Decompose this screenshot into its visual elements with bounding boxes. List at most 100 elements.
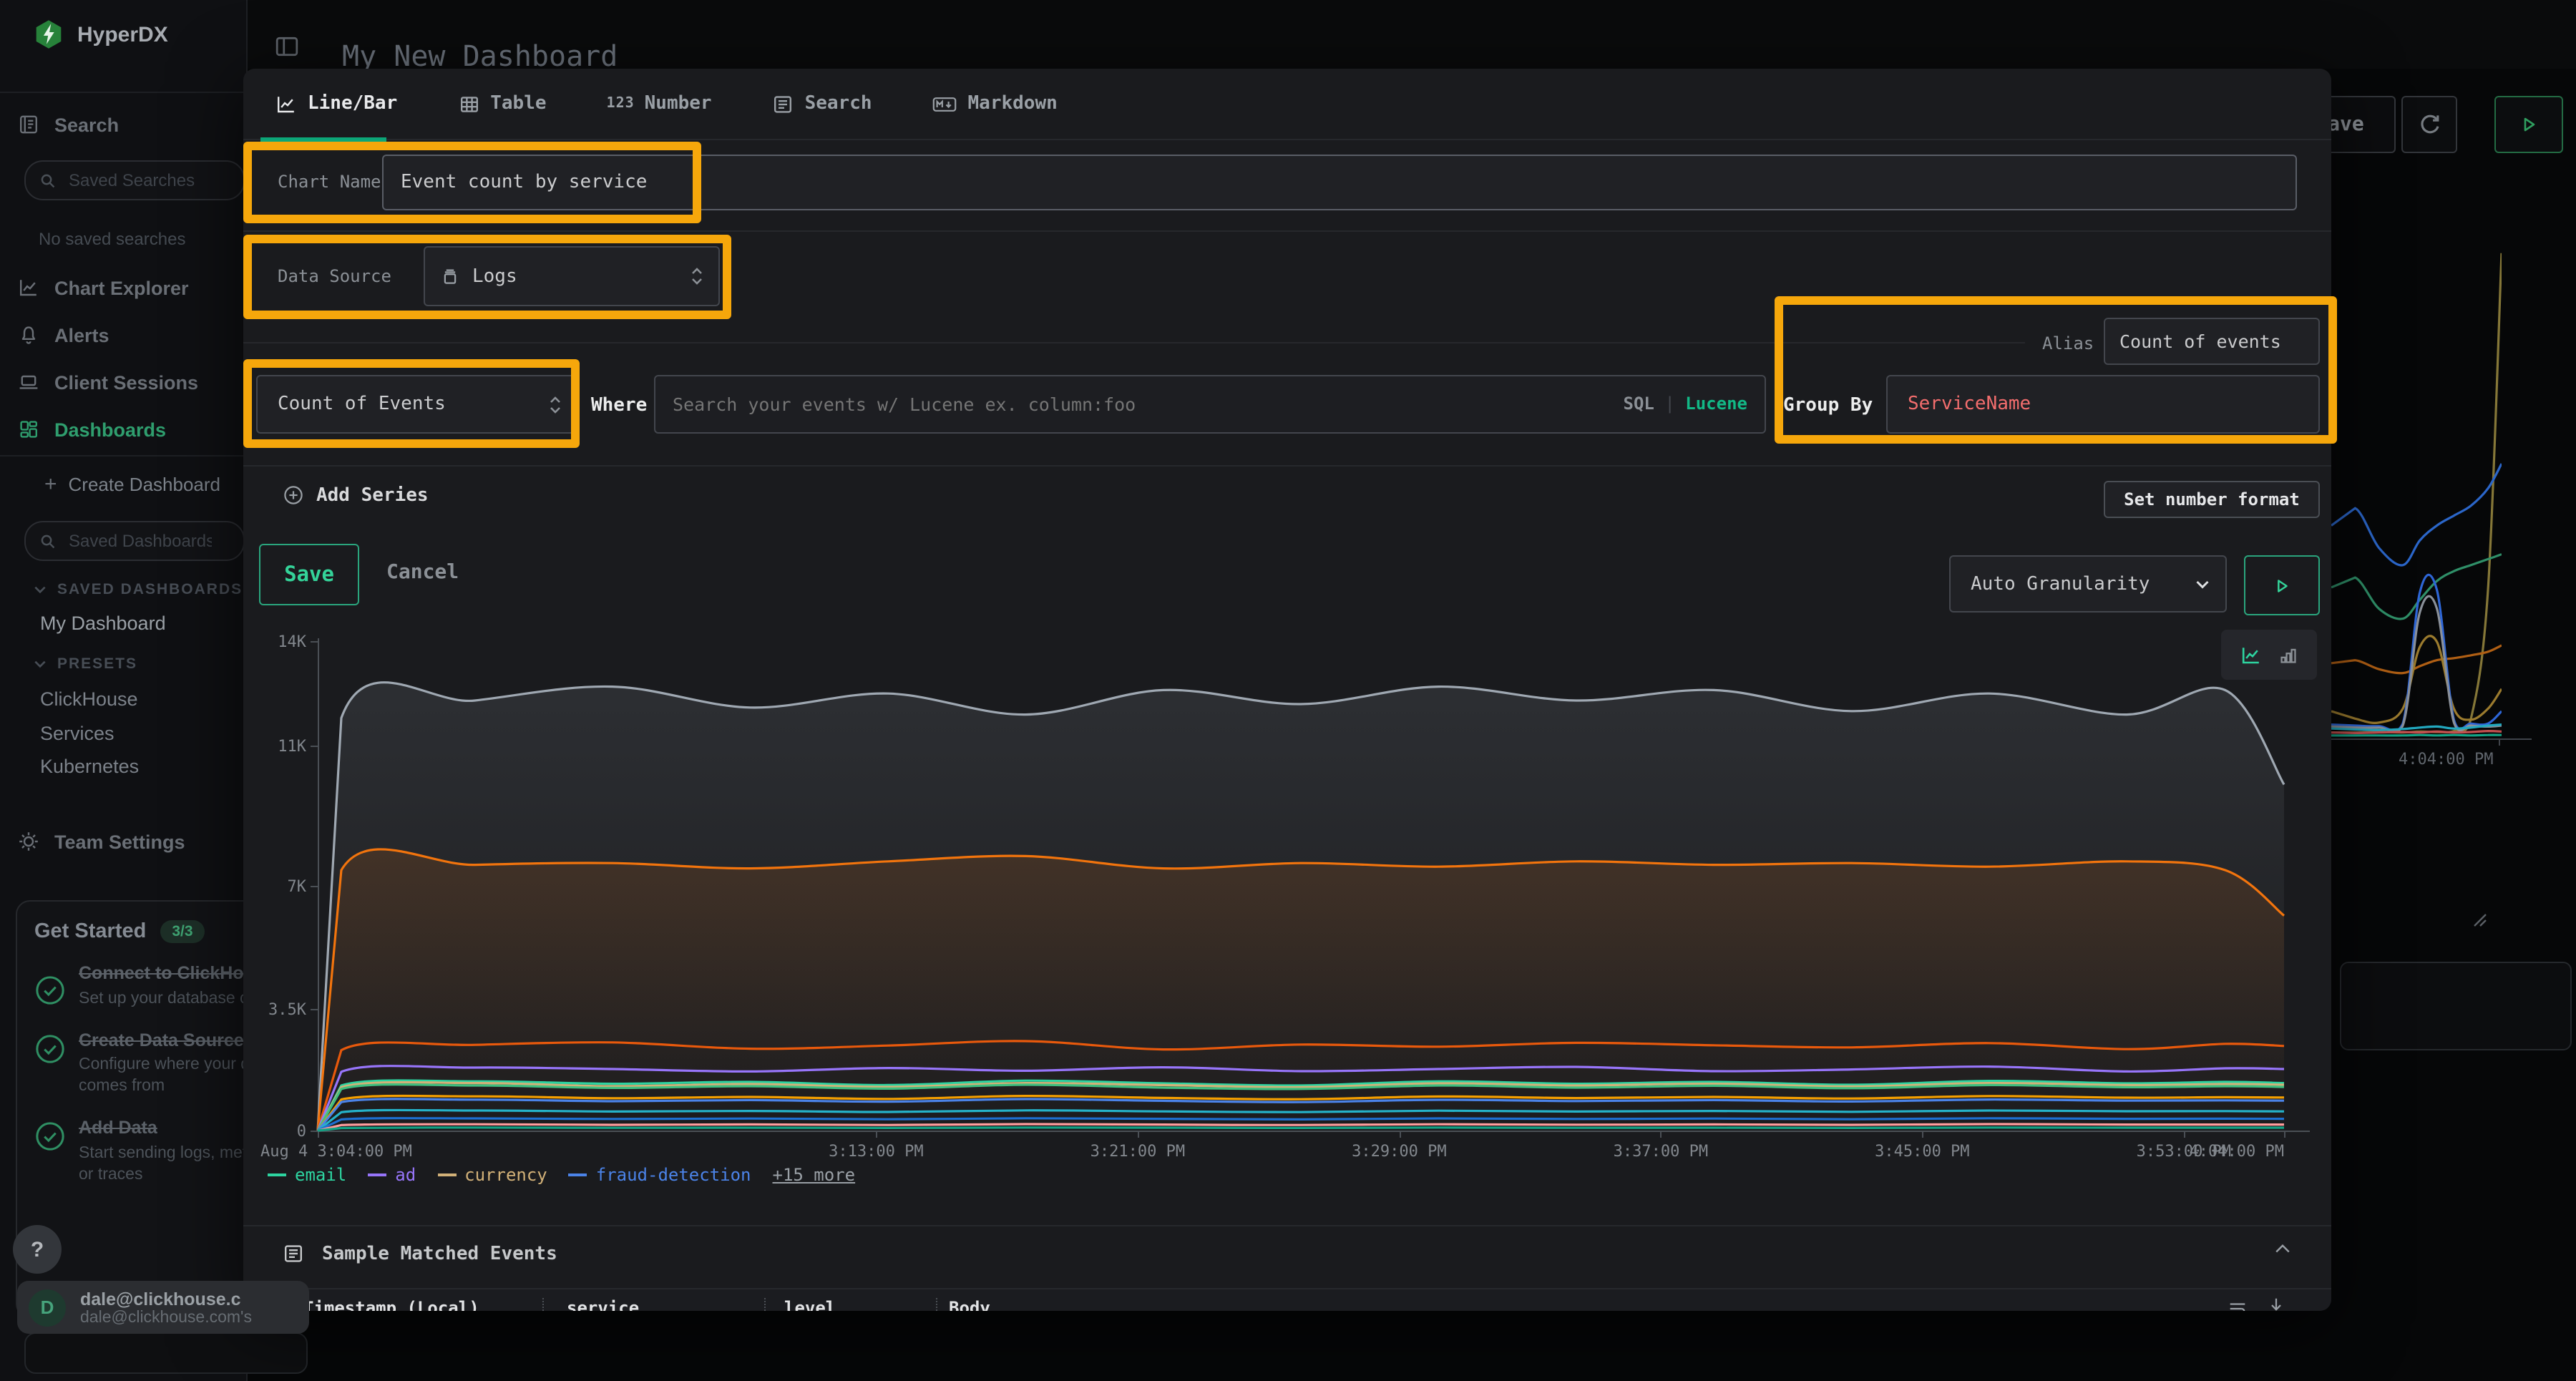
search-icon <box>39 532 57 550</box>
tab-search[interactable]: Search <box>772 92 872 115</box>
chart-name-label: Chart Name <box>278 172 381 192</box>
saved-searches-input[interactable] <box>66 169 215 192</box>
set-number-format-button[interactable]: Set number format <box>2104 481 2320 518</box>
granularity-select[interactable]: Auto Granularity <box>1949 555 2227 613</box>
tab-label: Number <box>645 93 712 114</box>
column-header-timestamp[interactable]: Timestamp (Local) <box>303 1298 479 1311</box>
x-tick-label: 3:21:00 PM <box>1052 1142 1224 1161</box>
legend-label: fraud-detection <box>596 1165 751 1185</box>
tab-table[interactable]: Table <box>457 92 546 115</box>
legend-dash <box>569 1173 587 1176</box>
line-chart-toggle-icon[interactable] <box>2240 643 2263 666</box>
presets-section[interactable]: PRESETS <box>33 655 137 673</box>
sql-toggle[interactable]: SQL <box>1624 394 1654 414</box>
series-line-1 <box>2331 464 2502 565</box>
panel-toggle-icon[interactable] <box>275 34 299 59</box>
brand[interactable]: HyperDX <box>33 19 168 50</box>
divider <box>243 342 2025 343</box>
get-started-item[interactable]: Connect to ClickHouse Set up your databa… <box>34 963 265 1010</box>
tab-line-bar[interactable]: Line/Bar <box>275 92 397 115</box>
journal-icon <box>17 113 40 136</box>
background-chart <box>2331 243 2502 738</box>
data-source-value: Logs <box>472 265 517 287</box>
app-root: My New Dashboard Save 4:04:00 PM HyperDX… <box>0 0 2576 1381</box>
get-started-item[interactable]: Create Data Source Configure where your … <box>34 1030 265 1098</box>
saved-dashboards-search[interactable] <box>24 521 245 561</box>
play-icon <box>2271 575 2293 596</box>
column-separator[interactable] <box>764 1298 766 1311</box>
sidebar-item-my-dashboard[interactable]: My Dashboard <box>40 613 166 634</box>
add-series-button[interactable]: Add Series <box>282 484 429 507</box>
legend-dash <box>437 1173 456 1176</box>
legend-more-link[interactable]: +15 more <box>773 1165 856 1185</box>
bar-chart-toggle-icon[interactable] <box>2278 645 2298 665</box>
series-line-1 <box>318 849 2284 1131</box>
cancel-button[interactable]: Cancel <box>386 561 459 584</box>
sidebar-item-dashboards[interactable]: Dashboards <box>0 414 246 445</box>
sidebar-item-kubernetes[interactable]: Kubernetes <box>40 756 139 777</box>
sidebar-item-chart-explorer[interactable]: Chart Explorer <box>0 272 246 303</box>
saved-searches-search[interactable] <box>24 160 245 200</box>
collapse-chevron-up-icon[interactable] <box>2273 1239 2293 1259</box>
refresh-button[interactable] <box>2401 96 2457 153</box>
chevron-down-icon <box>33 582 47 597</box>
tab-label: Search <box>805 93 872 114</box>
chart-editor-modal: Line/Bar Table 123 Number Search Markdow… <box>243 69 2331 1311</box>
x-tick-label: 3:29:00 PM <box>1313 1142 1485 1161</box>
chart-name-input[interactable]: Event count by service <box>382 155 2297 210</box>
legend-item-fraud-detection[interactable]: fraud-detection <box>569 1165 751 1185</box>
sidebar-item-clickhouse[interactable]: ClickHouse <box>40 688 138 710</box>
x-tick-mark <box>876 1131 877 1138</box>
play-icon <box>2517 113 2540 136</box>
user-chip[interactable]: D dale@clickhouse.c dale@clickhouse.com'… <box>17 1281 309 1334</box>
create-dashboard-button[interactable]: + Create Dashboard <box>44 472 220 497</box>
resize-handle-icon[interactable] <box>2473 913 2487 927</box>
column-header-body[interactable]: Body <box>949 1298 990 1311</box>
dashboard-run-button[interactable] <box>2494 96 2563 153</box>
saved-dashboards-section[interactable]: SAVED DASHBOARDS <box>33 581 243 598</box>
sidebar-item-team-settings[interactable]: Team Settings <box>0 826 246 857</box>
lucene-toggle[interactable]: Lucene <box>1685 394 1747 414</box>
aggregation-select[interactable]: Count of Events <box>256 375 578 434</box>
legend-item-email[interactable]: email <box>268 1165 346 1185</box>
series-line-9 <box>2331 735 2502 736</box>
sidebar-item-alerts[interactable]: Alerts <box>0 319 246 351</box>
sidebar-item-search[interactable]: Search <box>0 109 246 140</box>
column-separator[interactable] <box>542 1298 544 1311</box>
sidebar-item-services[interactable]: Services <box>40 723 114 744</box>
user-subtitle: dale@clickhouse.com's <box>80 1309 306 1326</box>
bell-icon <box>17 323 40 346</box>
divider <box>0 92 246 93</box>
hyperdx-logo-icon <box>33 19 64 50</box>
legend-item-ad[interactable]: ad <box>368 1165 416 1185</box>
save-button[interactable]: Save <box>259 544 359 605</box>
where-input[interactable] <box>655 392 1534 416</box>
series-line-0 <box>318 683 2284 1131</box>
markdown-icon <box>932 92 958 115</box>
run-query-button[interactable] <box>2244 555 2320 615</box>
alias-input[interactable]: Count of events <box>2104 318 2320 365</box>
get-started-item[interactable]: Add Data Start sending logs, metrics, or… <box>34 1118 265 1186</box>
wrap-lines-icon[interactable] <box>2227 1298 2248 1311</box>
tab-number[interactable]: 123 Number <box>607 93 712 114</box>
column-header-service[interactable]: service <box>567 1298 639 1311</box>
sidebar-item-label: Client Sessions <box>54 371 198 393</box>
list-icon <box>772 92 795 115</box>
query-language-toggle: SQL | Lucene <box>1624 394 1747 414</box>
tab-markdown[interactable]: Markdown <box>932 92 1058 115</box>
divider <box>0 455 246 457</box>
saved-dashboards-input[interactable] <box>66 530 215 552</box>
help-button[interactable]: ? <box>13 1225 62 1274</box>
data-source-select[interactable]: Logs <box>424 246 720 306</box>
group-by-input[interactable]: ServiceName <box>1886 375 2320 434</box>
events-table-header-row: Timestamp (Local) service level Body <box>243 1288 2331 1311</box>
sidebar-item-client-sessions[interactable]: Client Sessions <box>0 366 246 398</box>
series-line-8 <box>2331 731 2502 733</box>
legend-label: +15 more <box>773 1165 856 1185</box>
column-header-level[interactable]: level <box>784 1298 836 1311</box>
column-separator[interactable] <box>936 1298 937 1311</box>
legend-item-currency[interactable]: currency <box>437 1165 547 1185</box>
chart-type-toggle <box>2221 630 2317 680</box>
download-icon[interactable] <box>2265 1295 2287 1311</box>
sidebar-item-label: Chart Explorer <box>54 277 189 298</box>
